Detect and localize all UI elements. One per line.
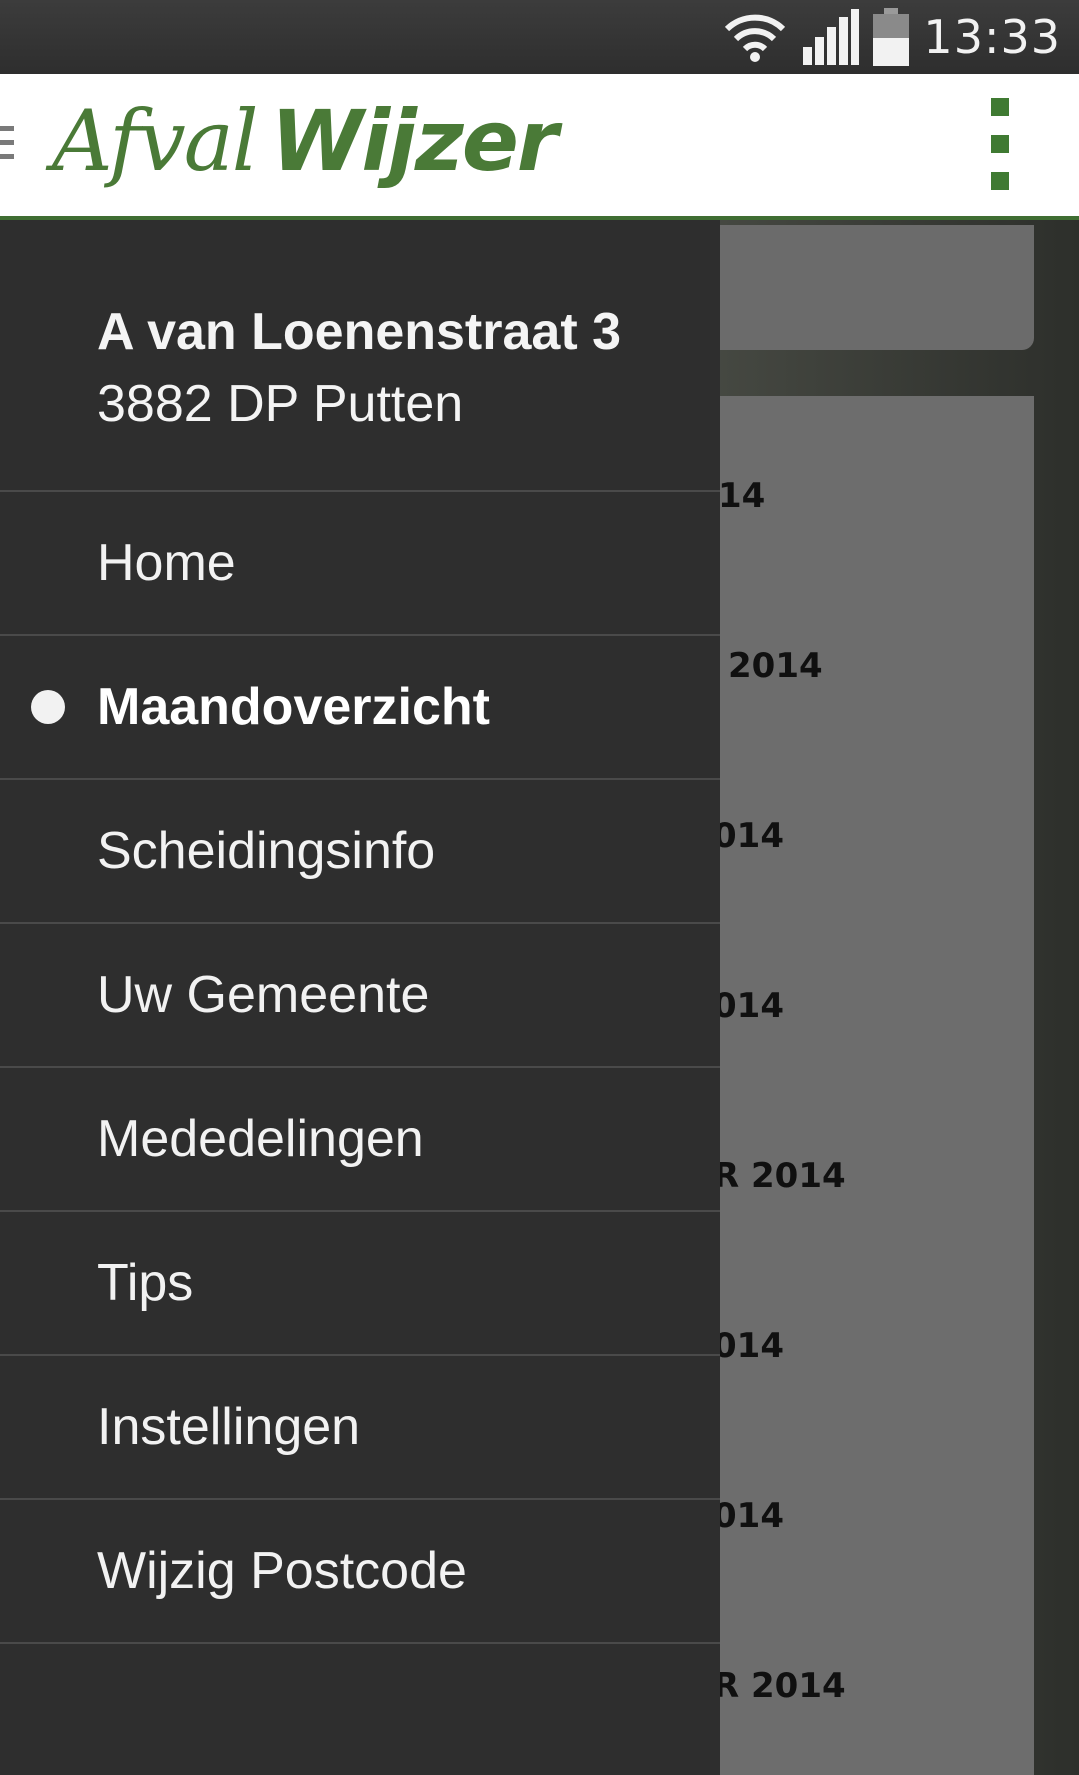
list-item: 14 xyxy=(718,476,766,516)
list-item: R 2014 xyxy=(713,1156,846,1196)
nav-item-tips[interactable]: Tips xyxy=(0,1212,720,1356)
overflow-menu-icon[interactable] xyxy=(991,98,1011,194)
list-item: R 2014 xyxy=(713,1666,846,1706)
nav-item-label: Instellingen xyxy=(97,1398,361,1456)
navigation-drawer: A van Loenenstraat 3 3882 DP Putten Home… xyxy=(0,220,720,1775)
battery-icon xyxy=(873,8,910,66)
status-icons: 13:33 xyxy=(723,6,1061,68)
list-item: 014 xyxy=(713,1326,784,1366)
nav-item-label: Uw Gemeente xyxy=(97,966,430,1024)
status-bar: 13:33 xyxy=(0,0,1079,74)
logo-part1: Afval xyxy=(52,92,259,190)
signal-icon xyxy=(803,9,860,65)
nav-item-label: Mededelingen xyxy=(97,1110,424,1168)
list-item: 014 xyxy=(713,816,784,856)
list-item: 2014 xyxy=(728,646,823,686)
nav-item-label: Maandoverzicht xyxy=(97,678,490,736)
nav-item-label: Scheidingsinfo xyxy=(97,822,436,880)
nav-item-instellingen[interactable]: Instellingen xyxy=(0,1356,720,1500)
nav-item-label: Home xyxy=(97,534,236,592)
list-item: 014 xyxy=(713,986,784,1026)
address-street: A van Loenenstraat 3 xyxy=(97,303,622,361)
nav-item-scheidingsinfo[interactable]: Scheidingsinfo xyxy=(0,780,720,924)
status-time: 13:33 xyxy=(923,10,1061,64)
app-logo[interactable]: Afval Wijzer xyxy=(52,92,559,202)
nav-item-label: Tips xyxy=(97,1254,194,1312)
nav-item-wijzig-postcode[interactable]: Wijzig Postcode xyxy=(0,1500,720,1644)
list-item: 014 xyxy=(713,1496,784,1536)
wifi-icon xyxy=(725,14,786,62)
active-indicator-icon xyxy=(31,690,65,724)
nav-item-uw-gemeente[interactable]: Uw Gemeente xyxy=(0,924,720,1068)
drawer-toggle-icon[interactable] xyxy=(0,126,14,166)
address-postcode-city: 3882 DP Putten xyxy=(97,375,464,433)
nav-item-mededelingen[interactable]: Mededelingen xyxy=(0,1068,720,1212)
logo-part2: Wijzer xyxy=(270,92,559,190)
address-header: A van Loenenstraat 3 3882 DP Putten xyxy=(0,220,720,492)
nav-item-home[interactable]: Home xyxy=(0,492,720,636)
nav-item-label: Wijzig Postcode xyxy=(97,1542,467,1600)
action-bar: Afval Wijzer xyxy=(0,74,1079,220)
nav-item-maandoverzicht[interactable]: Maandoverzicht xyxy=(0,636,720,780)
